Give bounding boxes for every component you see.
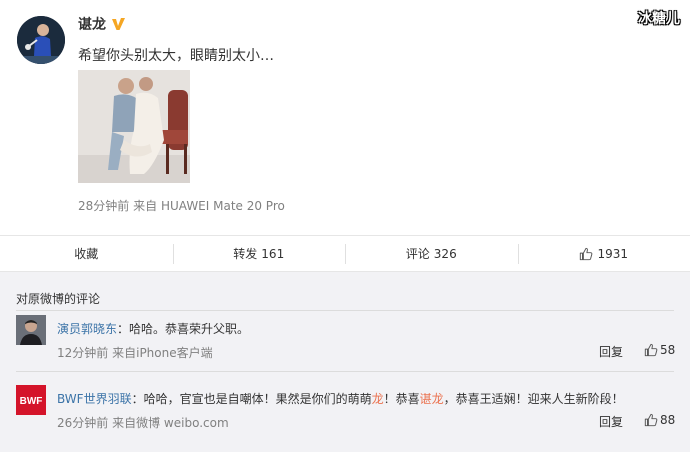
comment-body-part: ，恭喜王适娴！迎来人生新阶段！ [443,392,624,406]
bwf-logo-icon: BWF [16,385,46,415]
repost-count: 161 [261,246,285,261]
favorite-button[interactable]: 收藏 [0,236,173,271]
comment-like-button[interactable]: 58 [644,343,675,357]
comment-source[interactable]: 来自iPhone客户端 [112,346,213,360]
post-meta: 28分钟前 来自 HUAWEI Mate 20 Pro [78,197,285,214]
thumbs-up-icon [580,247,593,260]
comment-meta: 12分钟前 来自iPhone客户端 [57,344,213,361]
like-button[interactable]: 1931 [517,236,690,271]
highlight-text: 龙 [371,392,384,406]
weibo-post: 谌龙 希望你头别太大，眼睛别太小… 28分钟前 来自 HUAWEI Mate 2… [0,0,690,235]
favorite-label: 收藏 [74,247,99,261]
v-badge-icon [112,18,125,30]
bwf-logo-avatar[interactable]: BWF [16,385,46,415]
comment-source[interactable]: 来自微博 weibo.com [112,416,229,430]
post-username[interactable]: 谌龙 [78,14,126,34]
comment-like-button[interactable]: 88 [644,413,675,427]
repost-label: 转发 [233,247,258,261]
comment-item: 演员郭晓东：哈哈。恭喜荣升父职。 12分钟前 来自iPhone客户端 回复 58 [0,315,690,385]
post-source[interactable]: HUAWEI Mate 20 Pro [161,199,285,213]
post-source-prefix: 来自 [133,199,158,213]
reply-button[interactable]: 回复 [599,343,623,360]
commenter-avatar[interactable] [16,315,46,345]
comment-body: ：哈哈。恭喜荣升父职。 [117,322,250,336]
user-avatar[interactable] [17,16,65,64]
commenter-name[interactable]: BWF世界羽联 [57,392,132,406]
comment-text: 演员郭晓东：哈哈。恭喜荣升父职。 [57,320,249,337]
comment-text: BWF世界羽联：哈哈，官宣也是自嘲体！果然是你们的萌萌龙！恭喜谌龙，恭喜王适娴！… [57,390,624,407]
post-time[interactable]: 28分钟前 [78,199,129,213]
username-text[interactable]: 谌龙 [78,14,106,34]
comment-like-count: 88 [660,413,676,427]
comment-label: 评论 [405,247,430,261]
comment-body-part: ：哈哈，官宣也是自嘲体！果然是你们的萌萌 [131,392,372,406]
avatar-image [17,16,65,64]
divider [16,371,674,372]
watermark-text: 冰糖儿 [638,11,680,27]
comment-like-count: 58 [660,343,676,357]
comment-body-part: ！恭喜 [383,392,420,406]
comment-time: 12分钟前 [57,346,109,360]
comments-section: 对原微博的评论 演员郭晓东：哈哈。恭喜荣升父职。 12分钟前 来自iPhone客… [0,271,690,452]
mention-link[interactable]: 谌龙 [420,392,444,406]
comment-button[interactable]: 评论 326 [345,236,518,271]
like-count: 1931 [597,246,629,261]
comment-time: 26分钟前 [57,416,109,430]
action-bar: 收藏 转发 161 评论 326 1931 [0,235,690,271]
comment-item: BWF BWF世界羽联：哈哈，官宣也是自嘲体！果然是你们的萌萌龙！恭喜谌龙，恭喜… [0,385,690,452]
thumbs-up-icon [644,343,658,357]
commenter-name[interactable]: 演员郭晓东 [57,322,117,336]
bwf-logo-text: BWF [20,396,43,407]
commenter-avatar-image [16,315,46,345]
thumbs-up-icon [644,413,658,427]
post-photo[interactable] [78,70,190,183]
comment-count: 326 [433,246,457,261]
couple-photo-image [78,70,190,183]
comments-title: 对原微博的评论 [16,292,101,306]
reply-button[interactable]: 回复 [599,413,623,430]
divider [16,310,674,311]
post-content: 希望你头别太大，眼睛别太小… [78,48,274,64]
repost-button[interactable]: 转发 161 [172,236,346,271]
comment-meta: 26分钟前 来自微博 weibo.com [57,414,229,431]
